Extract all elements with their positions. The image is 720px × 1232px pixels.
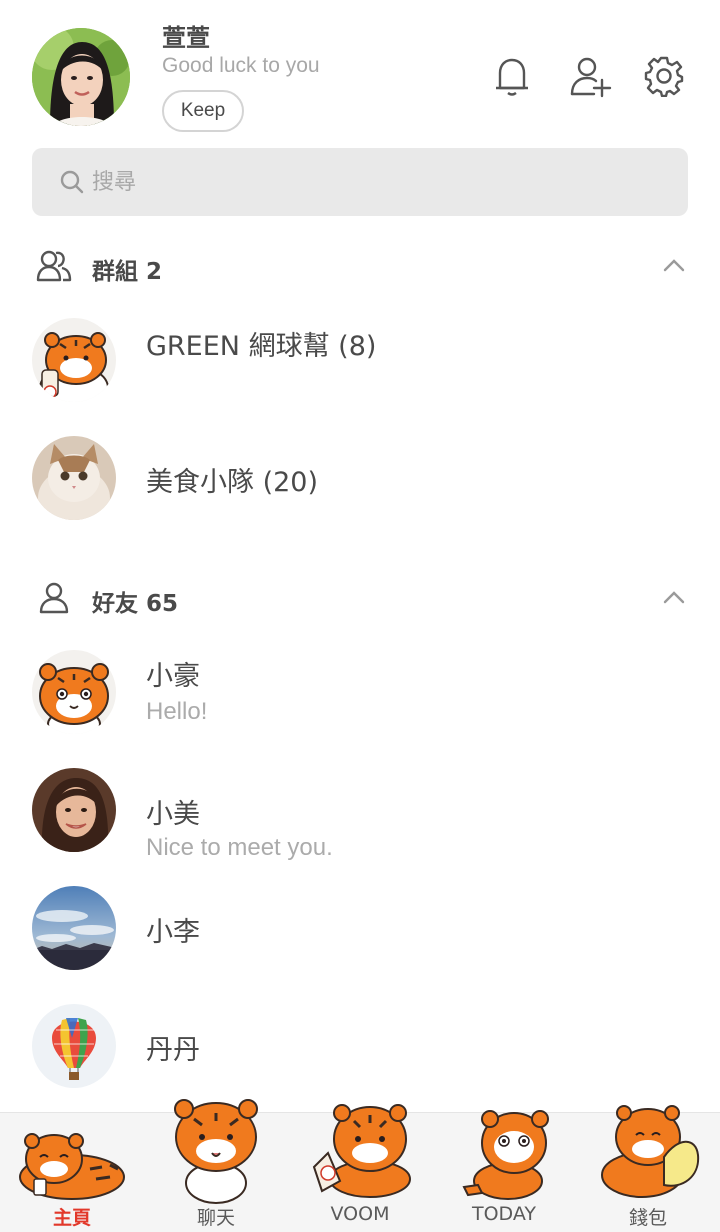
profile-status-message: Good luck to you [162,54,320,77]
chevron-up-icon[interactable] [660,252,688,280]
group-row[interactable]: 美食小隊 (20) [0,436,720,546]
chevron-up-icon[interactable] [660,584,688,612]
group-icon [36,250,72,282]
groups-section-header[interactable]: 群組 2 [0,238,720,298]
tab-home[interactable]: 主頁 [0,1113,144,1232]
search-bar[interactable] [32,148,688,216]
tab-today-label: TODAY [472,1203,536,1225]
tab-wallet-label: 錢包 [628,1207,667,1229]
profile-name: 萱萱 [162,24,210,52]
search-input[interactable] [92,162,652,202]
friend-avatar [32,1004,116,1088]
bottom-navigation: 主頁 聊天 VOOM TODAY 錢包 [0,1099,720,1232]
friend-row[interactable]: 小美 Nice to meet you. [0,768,720,878]
tab-voom[interactable]: VOOM [288,1104,432,1232]
groups-title: 群組 2 [92,259,163,285]
friend-name: 小美 [146,799,200,830]
profile-avatar[interactable] [32,28,130,126]
tab-today[interactable]: TODAY [432,1110,576,1232]
voom-tiger-icon [312,1104,411,1198]
friend-row[interactable]: 小李 [0,886,720,996]
tab-wallet[interactable]: 錢包 [576,1105,720,1232]
wallet-tiger-icon [601,1105,700,1198]
friend-icon [39,582,69,614]
group-avatar [32,318,116,402]
keep-button[interactable]: Keep [162,90,244,132]
add-friend-icon[interactable] [566,52,614,100]
group-name: 美食小隊 (20) [146,467,319,498]
bell-icon[interactable] [488,52,536,100]
tab-chats-label: 聊天 [196,1207,235,1229]
friend-avatar [32,886,116,970]
group-name: GREEN 網球幫 (8) [146,331,377,362]
friend-avatar [32,768,116,852]
search-icon [60,170,84,194]
friend-name: 小豪 [146,661,200,692]
group-avatar [32,436,116,520]
friend-row[interactable]: 小豪 Hello! [0,650,720,760]
friends-title: 好友 65 [92,591,179,617]
group-row[interactable]: GREEN 網球幫 (8) [0,318,720,428]
chat-tiger-icon [174,1099,258,1204]
friend-avatar [32,650,116,734]
settings-icon[interactable] [640,52,688,100]
tab-voom-label: VOOM [330,1203,390,1225]
tab-home-label: 主頁 [52,1207,91,1229]
today-tiger-icon [462,1110,549,1200]
profile-header: 萱萱 Good luck to you Keep [0,0,720,140]
friend-name: 小李 [146,917,200,948]
friend-status: Nice to meet you. [146,834,333,861]
friend-name: 丹丹 [146,1035,200,1066]
home-tiger-icon [19,1133,125,1200]
tab-chats[interactable]: 聊天 [144,1099,288,1232]
friend-status: Hello! [146,698,208,725]
friends-section-header[interactable]: 好友 65 [0,570,720,630]
